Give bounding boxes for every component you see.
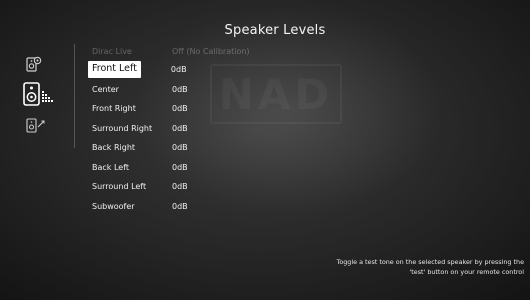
list-item-label: Back Left	[92, 162, 130, 172]
list-item-value: 0dB	[172, 182, 188, 192]
list-item-surround-right[interactable]: Surround Right 0dB	[88, 119, 288, 139]
settings-icon-rail	[22, 56, 58, 146]
list-item-label: Surround Right	[92, 123, 153, 133]
list-item-center[interactable]: Center 0dB	[88, 80, 288, 100]
list-item-front-right[interactable]: Front Right 0dB	[88, 99, 288, 119]
list-item-value: 0dB	[172, 201, 188, 211]
list-item-label: Back Right	[92, 143, 136, 153]
list-item-dirac-live: Dirac Live Off (No Calibration)	[88, 42, 288, 60]
list-item-back-left[interactable]: Back Left 0dB	[88, 158, 288, 178]
list-item-label: Surround Left	[92, 182, 147, 192]
help-hint-line-1: Toggle a test tone on the selected speak…	[336, 258, 524, 266]
speaker-distance-icon[interactable]	[26, 118, 46, 134]
list-item-label: Front Right	[92, 104, 136, 114]
list-item-label: Center	[92, 84, 119, 94]
list-item-value: 0dB	[172, 162, 188, 172]
help-hint: Toggle a test tone on the selected speak…	[264, 258, 524, 277]
list-item-value: Off (No Calibration)	[172, 46, 250, 56]
list-item-value: 0dB	[172, 123, 188, 133]
list-item-surround-left[interactable]: Surround Left 0dB	[88, 177, 288, 197]
list-item-label: Dirac Live	[92, 46, 132, 56]
speaker-config-icon[interactable]	[26, 56, 42, 74]
rail-divider	[74, 44, 75, 148]
list-item-front-left[interactable]: Front Left 0dB	[88, 60, 288, 80]
list-item-value: 0dB	[172, 143, 188, 153]
page-title-text: Speaker Levels	[224, 23, 326, 38]
list-item-label: Subwoofer	[92, 201, 135, 211]
speaker-levels-screen: NAD Speaker Levels	[0, 0, 530, 300]
list-item-subwoofer[interactable]: Subwoofer 0dB	[88, 197, 288, 217]
list-item-value: 0dB	[172, 84, 188, 94]
list-item-value: 0dB	[170, 65, 187, 75]
list-item-back-right[interactable]: Back Right 0dB	[88, 138, 288, 158]
list-item-label: Front Left	[88, 61, 141, 79]
help-hint-line-2: 'test' button on your remote control	[409, 267, 525, 276]
page-title: Speaker Levels	[0, 23, 530, 38]
speaker-levels-icon[interactable]	[23, 82, 57, 108]
list-item-value: 0dB	[172, 104, 188, 114]
speaker-level-list: Dirac Live Off (No Calibration) Front Le…	[88, 42, 288, 216]
